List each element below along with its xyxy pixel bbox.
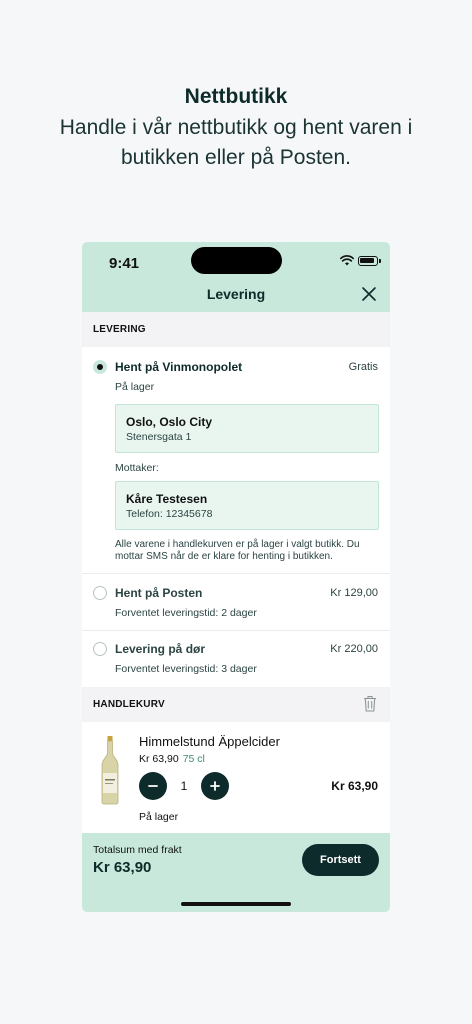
decrease-quantity-button[interactable] [139,772,167,800]
option-subtitle: Forventet leveringstid: 3 dager [115,663,257,675]
wifi-icon [340,255,354,266]
product-unit-price: Kr 63,90 [139,753,179,765]
option-title: Hent på Vinmonopolet [115,360,243,374]
option-subtitle: Forventet leveringstid: 2 dager [115,607,257,619]
close-icon[interactable] [361,286,377,302]
recipient-phone: Telefon: 12345678 [126,508,213,520]
plus-icon [210,781,220,791]
quantity-value: 1 [180,779,188,793]
option-title: Hent på Posten [115,586,203,600]
increase-quantity-button[interactable] [201,772,229,800]
pickup-note-line-2: mottar SMS når de er klare for henting i… [115,551,333,562]
status-time: 9:41 [109,255,140,272]
phone-screen: 9:41 Levering LEVERING Hent på Vinmonopo… [82,242,390,912]
header-title: Levering [206,286,266,302]
trash-icon[interactable] [363,695,377,712]
battery-icon [358,256,381,266]
status-bar: 9:41 Levering [82,242,390,312]
minus-icon [148,785,158,787]
product-volume: 75 cl [182,753,205,765]
radio-unselected[interactable] [93,586,107,600]
option-price: Kr 220,00 [330,643,378,655]
product-name: Himmelstund Äppelcider [139,734,280,749]
stock-status: På lager [139,811,179,823]
cart-section-header: HANDLEKURV [82,687,390,722]
pickup-note-line-1: Alle varene i handlekurven er på lager i… [115,539,360,550]
option-price: Kr 129,00 [330,587,378,599]
hero: Nettbutikk Handle i vår nettbutikk og he… [0,82,472,172]
delivery-option-posten[interactable]: Hent på Posten Kr 129,00 Forventet lever… [82,574,390,630]
total-value: Kr 63,90 [93,859,152,876]
cart-section-label: HANDLEKURV [93,699,165,710]
hero-subtitle-line-1: Handle i vår nettbutikk og hent varen i [59,116,413,139]
recipient-label: Mottaker: [115,462,159,474]
option-title: Levering på dør [115,642,206,656]
option-price: Gratis [348,361,378,373]
home-indicator [181,902,291,906]
hero-subtitle-line-2: butikken eller på Posten. [121,146,351,169]
delivery-section-label: LEVERING [93,324,146,335]
line-total: Kr 63,90 [331,779,378,793]
store-box[interactable]: Oslo, Oslo City Stenersgata 1 [115,404,379,453]
store-address: Stenersgata 1 [126,431,192,443]
option-subtitle: På lager [115,381,155,393]
hero-title: Nettbutikk [184,85,288,108]
radio-selected[interactable] [93,360,107,374]
store-name: Oslo, Oslo City [126,415,213,429]
recipient-name: Kåre Testesen [126,492,208,506]
bottle-image [101,736,119,805]
continue-button[interactable]: Fortsett [302,844,379,876]
delivery-option-door[interactable]: Levering på dør Kr 220,00 Forventet leve… [82,631,390,687]
recipient-box[interactable]: Kåre Testesen Telefon: 12345678 [115,481,379,530]
radio-unselected[interactable] [93,642,107,656]
delivery-option-vinmonopolet[interactable]: Hent på Vinmonopolet Gratis På lager Osl… [82,347,390,573]
checkout-footer: Totalsum med frakt Kr 63,90 Fortsett [82,833,390,912]
product-price-line: Kr 63,90 75 cl [139,753,205,765]
delivery-section-header: LEVERING [82,312,390,347]
dynamic-island [191,247,282,274]
total-label: Totalsum med frakt [93,844,182,856]
